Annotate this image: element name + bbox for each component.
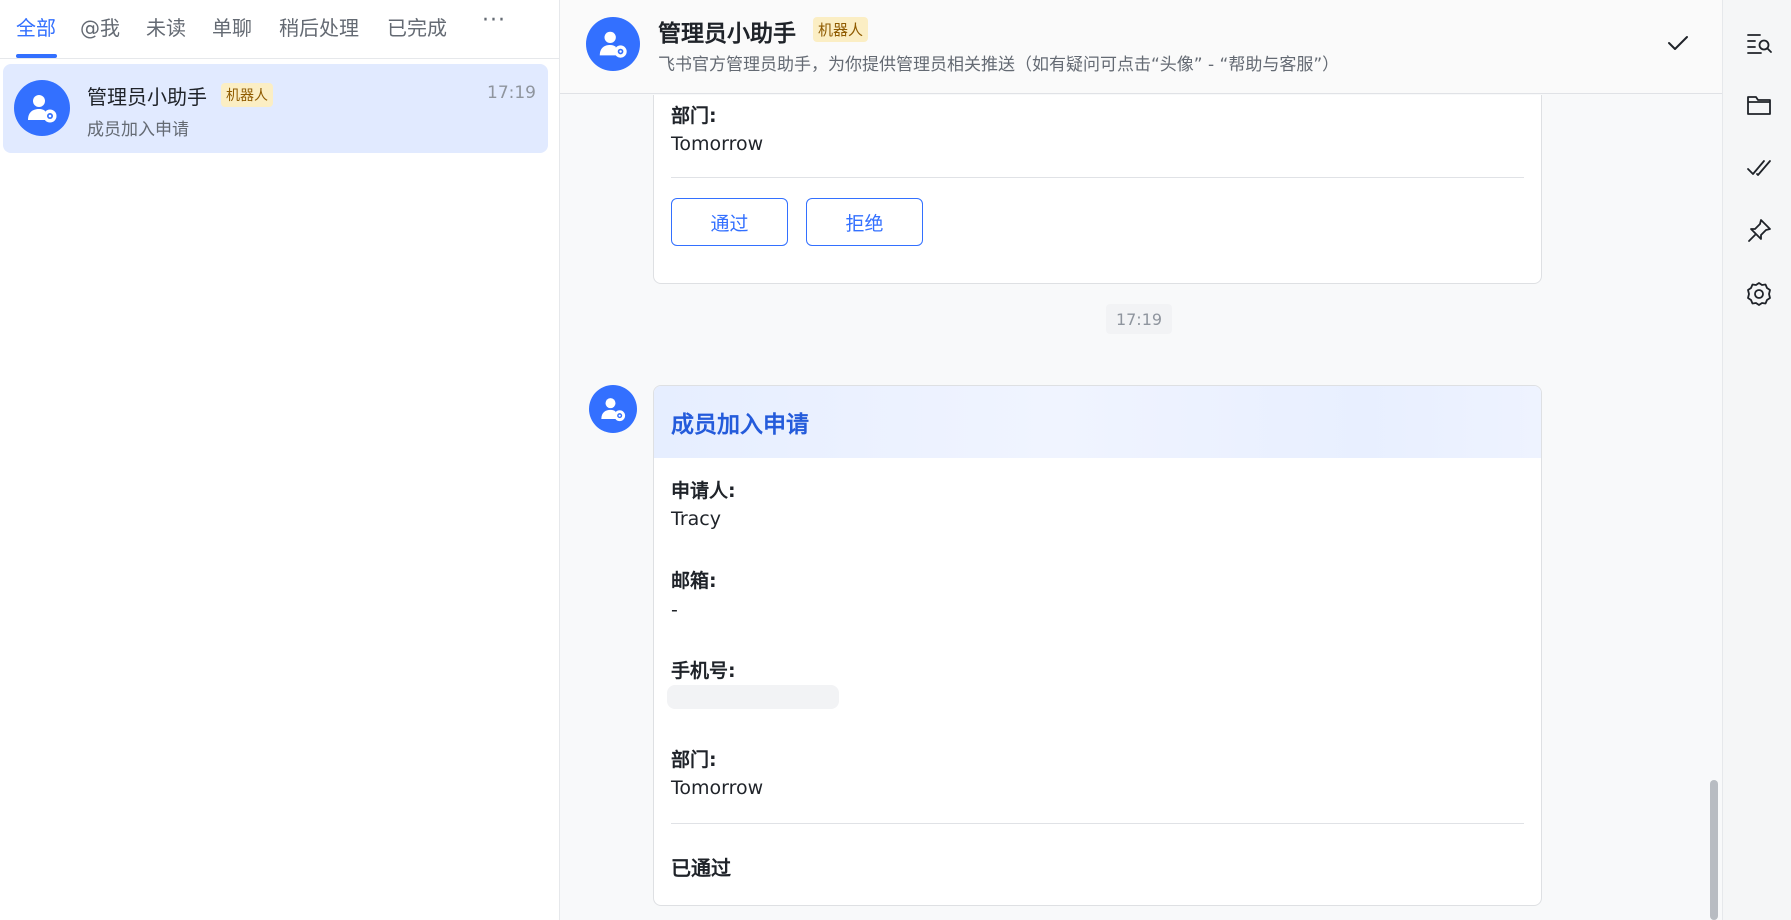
card-divider (671, 177, 1524, 178)
phone-redacted (667, 685, 839, 709)
task-check-icon[interactable] (1745, 154, 1773, 182)
card-header: 成员加入申请 (654, 386, 1541, 458)
conversation-panel: 管理员小助手 机器人 飞书官方管理员助手，为你提供管理员相关推送（如有疑问可点击… (560, 0, 1722, 920)
approval-status: 已通过 (671, 856, 731, 880)
tab-done[interactable]: 已完成 (387, 12, 447, 41)
message-card-previous: 部门: Tomorrow 通过 拒绝 (653, 95, 1542, 284)
right-toolbar (1722, 0, 1791, 920)
conversation-description: 飞书官方管理员助手，为你提供管理员相关推送（如有疑问可点击“头像” - “帮助与… (658, 55, 1340, 75)
message-list: 部门: Tomorrow 通过 拒绝 17:19 成员加入申请 申请人: Tra… (560, 95, 1722, 920)
dept-value: Tomorrow (671, 777, 764, 799)
tab-later[interactable]: 稍后处理 (279, 12, 359, 41)
more-tabs-button[interactable]: ··· (482, 8, 506, 33)
admin-user-icon (601, 398, 626, 422)
reject-button[interactable]: 拒绝 (806, 198, 923, 246)
active-tab-indicator (16, 54, 57, 58)
tab-unread[interactable]: 未读 (146, 12, 186, 41)
card-divider (671, 823, 1524, 824)
search-history-icon[interactable] (1745, 29, 1773, 57)
chat-time: 17:19 (487, 83, 536, 103)
dept-label: 部门: (671, 105, 717, 127)
chat-list-item[interactable]: 管理员小助手 机器人 17:19 成员加入申请 (3, 64, 548, 153)
applicant-label: 申请人: (671, 480, 736, 502)
pin-icon[interactable] (1745, 217, 1773, 245)
card-title: 成员加入申请 (671, 412, 809, 438)
admin-user-icon (599, 31, 627, 58)
email-value: - (671, 599, 678, 621)
chat-list-panel: 全部 @我 未读 单聊 稍后处理 已完成 ··· 管理员小助手 机器人 17:1… (0, 0, 560, 920)
applicant-value: Tracy (671, 508, 721, 530)
chat-preview: 成员加入申请 (87, 120, 189, 140)
settings-gear-icon[interactable] (1745, 280, 1773, 308)
approve-button[interactable]: 通过 (671, 198, 788, 246)
admin-user-icon (28, 95, 57, 123)
email-label: 邮箱: (671, 570, 717, 592)
folder-icon[interactable] (1745, 91, 1773, 119)
tab-mentions[interactable]: @我 (80, 12, 120, 41)
member-join-request-card: 成员加入申请 申请人: Tracy 邮箱: - 手机号: 部门: Tomorro… (653, 385, 1542, 906)
bot-avatar (14, 80, 70, 136)
dept-label: 部门: (671, 749, 717, 771)
bot-tag: 机器人 (221, 83, 273, 107)
mark-done-check-icon[interactable] (1663, 28, 1693, 58)
tab-all[interactable]: 全部 (16, 12, 56, 41)
header-avatar[interactable] (586, 17, 640, 71)
phone-label: 手机号: (671, 660, 736, 682)
chat-name: 管理员小助手 (87, 85, 207, 109)
header-bot-tag: 机器人 (813, 17, 869, 42)
conversation-title: 管理员小助手 (658, 21, 796, 47)
message-sender-avatar[interactable] (589, 385, 637, 433)
dept-value: Tomorrow (671, 133, 764, 155)
conversation-header: 管理员小助手 机器人 飞书官方管理员助手，为你提供管理员相关推送（如有疑问可点击… (560, 0, 1722, 94)
app-window: 全部 @我 未读 单聊 稍后处理 已完成 ··· 管理员小助手 机器人 17:1… (0, 0, 1791, 920)
filter-tabs: 全部 @我 未读 单聊 稍后处理 已完成 ··· (0, 0, 560, 59)
tab-direct[interactable]: 单聊 (212, 12, 252, 41)
time-separator: 17:19 (1106, 304, 1172, 334)
message-scrollbar[interactable] (1710, 780, 1718, 920)
